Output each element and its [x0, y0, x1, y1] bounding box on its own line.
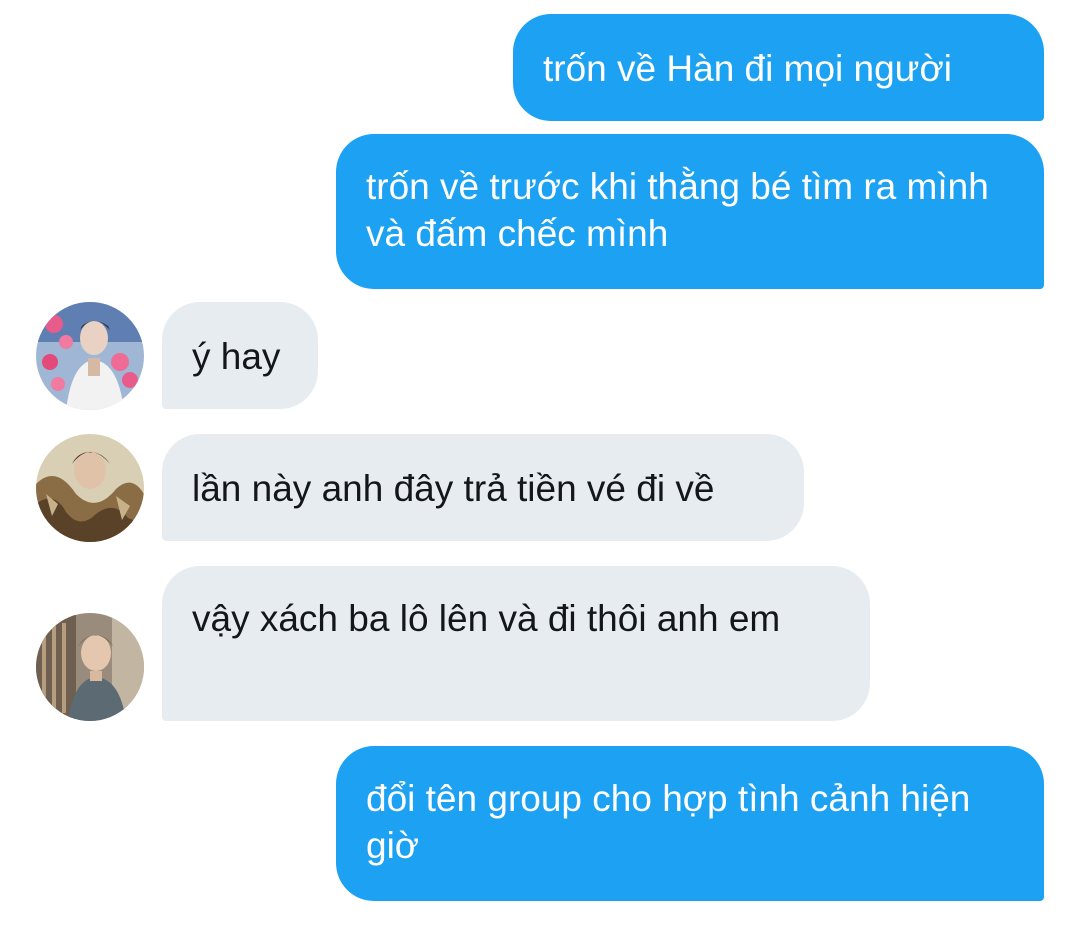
- avatar-photo-icon: [36, 302, 144, 410]
- message-text: đổi tên group cho hợp tình cảnh hiện giờ: [366, 778, 971, 866]
- avatar[interactable]: [36, 613, 144, 721]
- message-text: lần này anh đây trả tiền vé đi về: [192, 468, 715, 509]
- sent-message-bubble[interactable]: trốn về trước khi thằng bé tìm ra mình v…: [336, 134, 1044, 289]
- received-message-bubble[interactable]: vậy xách ba lô lên và đi thôi anh em: [162, 566, 870, 721]
- message-text: ý hay: [192, 336, 281, 377]
- avatar[interactable]: [36, 434, 144, 542]
- avatar-photo-icon: [36, 613, 144, 721]
- sent-message-bubble[interactable]: trốn về Hàn đi mọi người: [513, 14, 1044, 121]
- avatar-photo-icon: [36, 434, 144, 542]
- received-message-bubble[interactable]: lần này anh đây trả tiền vé đi về: [162, 434, 804, 541]
- message-text: trốn về Hàn đi mọi người: [543, 48, 952, 89]
- received-message-bubble[interactable]: ý hay: [162, 302, 318, 409]
- sent-message-bubble[interactable]: đổi tên group cho hợp tình cảnh hiện giờ: [336, 746, 1044, 901]
- avatar[interactable]: [36, 302, 144, 410]
- message-text: trốn về trước khi thằng bé tìm ra mình v…: [366, 166, 989, 254]
- message-text: vậy xách ba lô lên và đi thôi anh em: [192, 598, 781, 639]
